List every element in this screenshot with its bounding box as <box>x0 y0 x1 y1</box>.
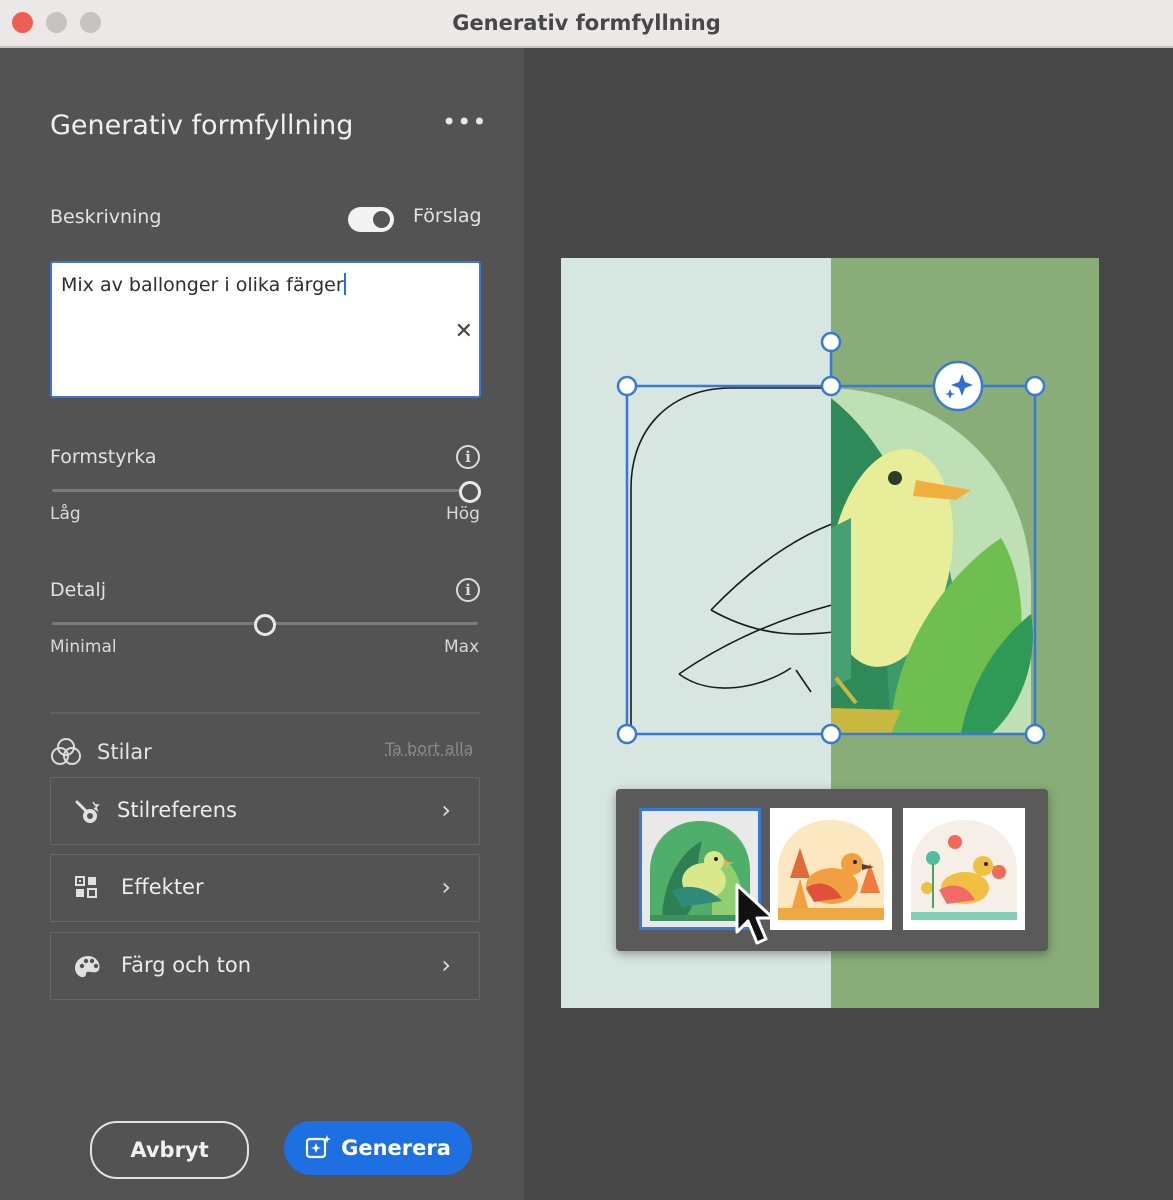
window-title: Generativ formfyllning <box>452 11 721 35</box>
toggle-knob <box>373 211 390 228</box>
variation-picker <box>616 789 1048 951</box>
color-tone-row[interactable]: Färg och ton › <box>50 932 480 1000</box>
clear-text-button[interactable]: ✕ <box>455 319 473 344</box>
cancel-button[interactable]: Avbryt <box>90 1121 249 1179</box>
detail-label: Detalj <box>50 579 106 601</box>
description-text: Mix av ballonger i olika färger <box>61 274 344 296</box>
effects-label: Effekter <box>121 875 204 899</box>
section-divider <box>50 712 480 714</box>
suggestions-toggle[interactable] <box>348 207 394 232</box>
styles-icon <box>51 738 81 765</box>
variation-3-image <box>903 808 1025 930</box>
description-label: Beskrivning <box>50 206 162 228</box>
shape-strength-info-icon[interactable]: i <box>456 445 480 469</box>
shape-strength-label: Formstyrka <box>50 446 157 468</box>
effects-row[interactable]: Effekter › <box>50 854 480 922</box>
detail-slider-thumb[interactable] <box>254 614 276 636</box>
more-options-button[interactable]: ••• <box>442 108 487 136</box>
generate-label: Generera <box>341 1136 451 1160</box>
detail-max-label: Max <box>444 637 480 657</box>
suggestions-label: Förslag <box>413 205 482 227</box>
description-input[interactable]: Mix av ballonger i olika färger ✕ <box>50 261 481 398</box>
shape-strength-slider-thumb[interactable] <box>459 481 481 503</box>
text-caret <box>343 273 346 295</box>
generate-button[interactable]: Generera <box>284 1121 472 1175</box>
generate-sparkle-icon <box>305 1135 332 1159</box>
style-reference-row[interactable]: Stilreferens › <box>50 777 480 845</box>
settings-panel: Generativ formfyllning ••• Beskrivning F… <box>0 48 524 1200</box>
chevron-right-icon: › <box>441 796 451 824</box>
shape-strength-max-label: Hög <box>446 504 480 524</box>
remove-all-link[interactable]: Ta bort alla <box>385 739 473 758</box>
effects-icon <box>75 876 97 898</box>
variation-thumbnail-3[interactable] <box>903 808 1025 930</box>
style-reference-label: Stilreferens <box>117 798 237 822</box>
palette-icon <box>75 956 100 978</box>
shape-strength-min-label: Låg <box>50 504 81 524</box>
window-titlebar: Generativ formfyllning <box>0 0 1173 48</box>
color-tone-label: Färg och ton <box>121 953 252 977</box>
chevron-right-icon: › <box>441 873 451 901</box>
styles-label: Stilar <box>97 740 152 764</box>
detail-info-icon[interactable]: i <box>456 578 480 602</box>
chevron-right-icon: › <box>441 951 451 979</box>
shape-strength-track[interactable] <box>52 489 462 492</box>
mouse-cursor-icon <box>735 883 775 945</box>
detail-min-label: Minimal <box>50 637 117 657</box>
panel-title: Generativ formfyllning <box>50 110 354 141</box>
style-reference-icon <box>75 800 100 823</box>
